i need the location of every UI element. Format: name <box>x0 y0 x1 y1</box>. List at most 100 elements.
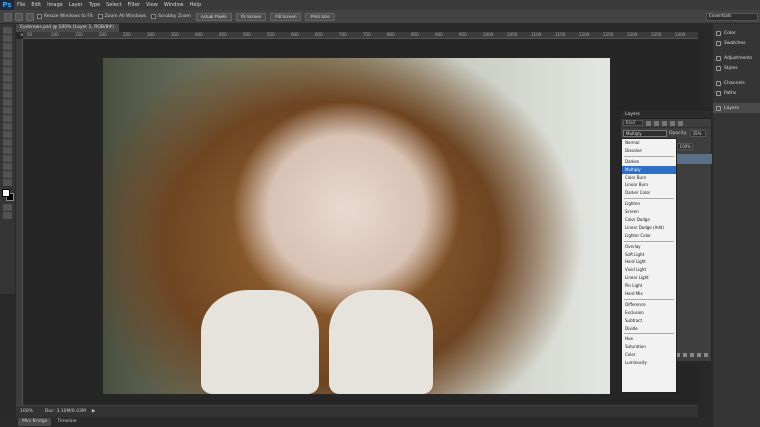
quick-select-tool-icon[interactable] <box>3 51 12 58</box>
actual-pixels-button[interactable]: Actual Pixels <box>195 12 232 21</box>
doc-info[interactable]: Doc: 3.10M/6.03M <box>45 409 86 414</box>
dock-color[interactable]: Color <box>713 28 760 38</box>
new-layer-icon[interactable] <box>697 353 701 357</box>
dock-styles[interactable]: Styles <box>713 63 760 73</box>
pen-tool-icon[interactable] <box>3 139 12 146</box>
scrubby-zoom-checkbox[interactable]: Scrubby Zoom <box>151 14 191 19</box>
filter-kind-select[interactable]: Kind <box>623 120 643 126</box>
hand-tool-icon[interactable] <box>3 171 12 178</box>
menu-window[interactable]: Window <box>161 2 187 8</box>
filter-adjustment-icon[interactable] <box>654 120 659 126</box>
filter-pixel-icon[interactable] <box>646 120 651 126</box>
menu-type[interactable]: Type <box>86 2 103 8</box>
menu-help[interactable]: Help <box>187 2 204 8</box>
blend-mode-select[interactable]: Multiply <box>623 129 667 137</box>
blend-option-hard-light[interactable]: Hard Light <box>622 258 676 266</box>
workspace-select[interactable]: Essentials <box>706 13 758 21</box>
menu-view[interactable]: View <box>143 2 161 8</box>
tab-timeline[interactable]: Timeline <box>53 418 80 426</box>
zoom-level[interactable]: 100% <box>20 409 33 414</box>
blend-option-vivid-light[interactable]: Vivid Light <box>622 266 676 274</box>
filter-shape-icon[interactable] <box>670 120 675 126</box>
blur-tool-icon[interactable] <box>3 123 12 130</box>
blend-option-linear-burn[interactable]: Linear Burn <box>622 181 676 189</box>
blend-option-saturation[interactable]: Saturation <box>622 343 676 351</box>
trash-icon[interactable] <box>704 353 708 357</box>
blend-option-linear-dodge[interactable]: Linear Dodge (Add) <box>622 224 676 232</box>
blend-option-pin-light[interactable]: Pin Light <box>622 282 676 290</box>
blend-option-difference[interactable]: Difference <box>622 301 676 309</box>
blend-option-multiply[interactable]: Multiply <box>622 165 676 174</box>
blend-option-lighten[interactable]: Lighten <box>622 200 676 208</box>
blend-option-color-dodge[interactable]: Color Dodge <box>622 216 676 224</box>
path-selection-tool-icon[interactable] <box>3 155 12 162</box>
move-tool-icon[interactable] <box>3 27 12 34</box>
zoom-tool-icon[interactable] <box>3 179 12 186</box>
add-mask-icon[interactable] <box>690 353 694 357</box>
menu-select[interactable]: Select <box>103 2 124 8</box>
clone-stamp-tool-icon[interactable] <box>3 91 12 98</box>
blend-option-color[interactable]: Color <box>622 351 676 359</box>
fit-screen-button[interactable]: Fit Screen <box>235 12 267 21</box>
dock-paths[interactable]: Paths <box>713 88 760 98</box>
zoom-in-icon[interactable] <box>15 12 23 21</box>
status-arrow-icon[interactable]: ▶ <box>92 409 95 414</box>
eyedropper-tool-icon[interactable] <box>3 67 12 74</box>
blend-option-soft-light[interactable]: Soft Light <box>622 251 676 259</box>
blend-option-divide[interactable]: Divide <box>622 325 676 333</box>
zoom-out-icon[interactable] <box>26 12 34 21</box>
opacity-input[interactable]: 35% <box>689 129 706 137</box>
filter-type-icon[interactable] <box>662 120 667 126</box>
filter-smart-object-icon[interactable] <box>678 120 683 126</box>
blend-option-luminosity[interactable]: Luminosity <box>622 359 676 367</box>
blend-option-normal[interactable]: Normal <box>622 139 676 147</box>
menu-file[interactable]: File <box>14 2 28 8</box>
layer-row-selected[interactable] <box>676 154 712 164</box>
dock-adjustments[interactable]: Adjustments <box>713 53 760 63</box>
layer-style-icon[interactable] <box>683 353 687 357</box>
dock-swatches[interactable]: Swatches <box>713 38 760 48</box>
dock-layers[interactable]: Layers <box>713 103 760 113</box>
quick-mask-icon[interactable] <box>3 204 12 211</box>
blend-option-lighter-color[interactable]: Lighter Color <box>622 232 676 240</box>
blend-option-exclusion[interactable]: Exclusion <box>622 309 676 317</box>
fill-screen-button[interactable]: Fill Screen <box>270 12 302 21</box>
dock-channels[interactable]: Channels <box>713 78 760 88</box>
brush-tool-icon[interactable] <box>3 83 12 90</box>
eraser-tool-icon[interactable] <box>3 107 12 114</box>
tab-mini-bridge[interactable]: Mini Bridge <box>18 418 52 426</box>
menu-layer[interactable]: Layer <box>66 2 86 8</box>
print-size-button[interactable]: Print Size <box>305 12 335 21</box>
healing-brush-tool-icon[interactable] <box>3 75 12 82</box>
vertical-ruler[interactable] <box>16 39 23 405</box>
menu-filter[interactable]: Filter <box>125 2 143 8</box>
gradient-tool-icon[interactable] <box>3 115 12 122</box>
layers-panel-title[interactable]: Layers <box>621 111 711 119</box>
marquee-tool-icon[interactable] <box>3 35 12 42</box>
history-brush-tool-icon[interactable] <box>3 99 12 106</box>
blend-option-hard-mix[interactable]: Hard Mix <box>622 290 676 298</box>
type-tool-icon[interactable] <box>3 147 12 154</box>
blend-option-screen[interactable]: Screen <box>622 208 676 216</box>
blend-option-subtract[interactable]: Subtract <box>622 317 676 325</box>
menu-edit[interactable]: Edit <box>28 2 44 8</box>
lasso-tool-icon[interactable] <box>3 43 12 50</box>
dodge-tool-icon[interactable] <box>3 131 12 138</box>
blend-option-darken[interactable]: Darken <box>622 158 676 166</box>
fill-input[interactable]: 100% <box>676 143 693 150</box>
resize-windows-checkbox[interactable]: Resize Windows to Fit <box>37 14 93 19</box>
zoom-tool-icon[interactable] <box>4 12 12 21</box>
horizontal-ruler[interactable]: 50 100 150 200 250 300 350 400 450 500 5… <box>23 32 698 39</box>
foreground-color-swatch[interactable] <box>1 189 10 197</box>
blend-option-color-burn[interactable]: Color Burn <box>622 174 676 182</box>
blend-option-overlay[interactable]: Overlay <box>622 243 676 251</box>
menu-image[interactable]: Image <box>44 2 66 8</box>
blend-option-hue[interactable]: Hue <box>622 335 676 343</box>
color-swatches[interactable] <box>1 189 14 201</box>
document-tab[interactable]: Eyebrows.psd @ 100% (Layer 1, RGB/8#) × <box>16 24 120 38</box>
blend-option-dissolve[interactable]: Dissolve <box>622 147 676 155</box>
screen-mode-icon[interactable] <box>3 212 12 219</box>
document-image[interactable] <box>103 58 610 394</box>
shape-tool-icon[interactable] <box>3 163 12 170</box>
zoom-all-windows-checkbox[interactable]: Zoom All Windows <box>97 14 146 19</box>
